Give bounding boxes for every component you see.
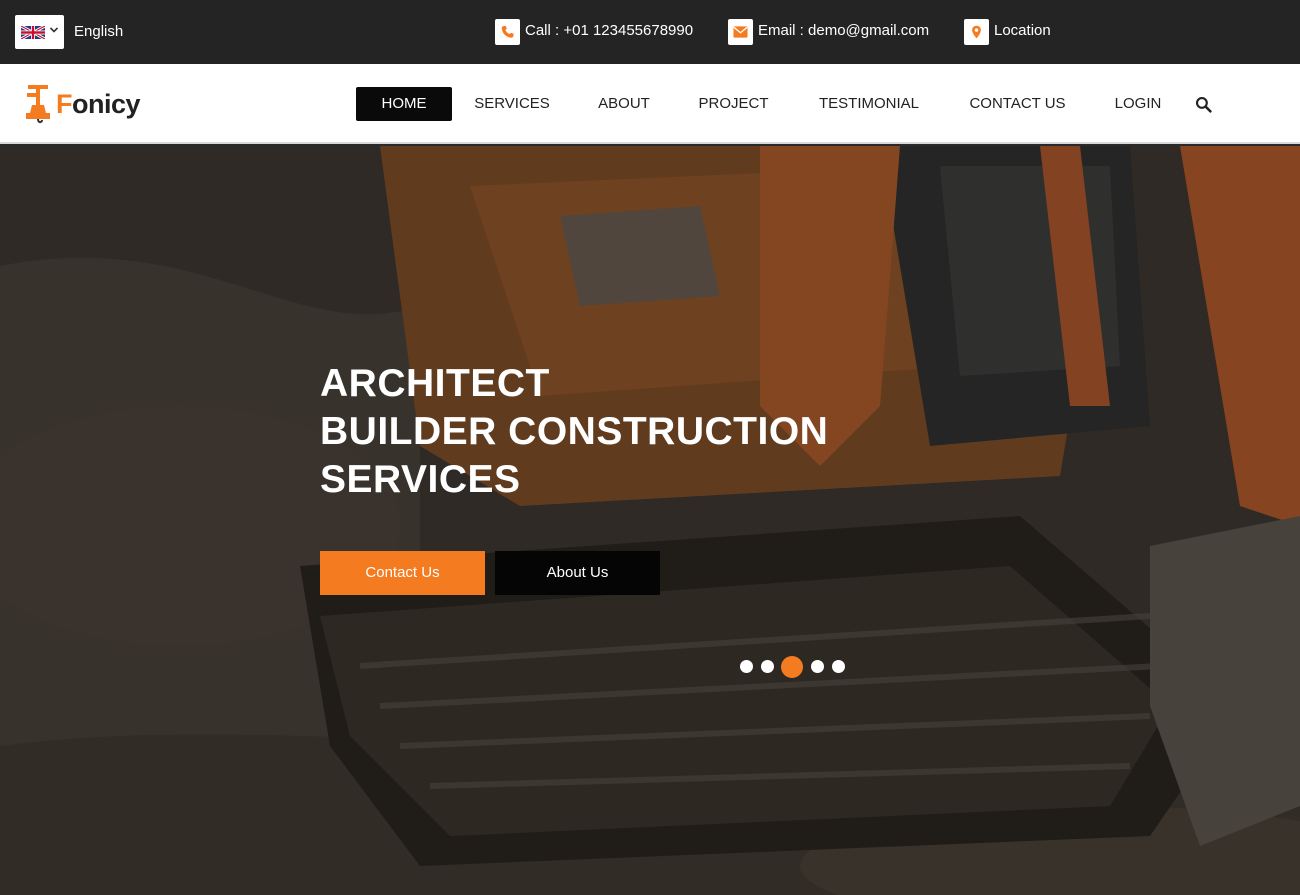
main-navbar: Fonicy HOME SERVICES ABOUT PROJECT TESTI… xyxy=(0,64,1300,144)
contact-us-button[interactable]: Contact Us xyxy=(320,551,485,595)
nav-services[interactable]: SERVICES xyxy=(472,87,552,121)
phone-icon xyxy=(495,19,520,45)
language-label[interactable]: English xyxy=(74,23,123,40)
nav-project[interactable]: PROJECT xyxy=(696,87,771,121)
slide-dot-2[interactable] xyxy=(761,660,774,673)
email-text: Email : demo@gmail.com xyxy=(758,22,930,39)
nav-home[interactable]: HOME xyxy=(356,87,452,121)
hero-title-line-1: ARCHITECT xyxy=(320,362,550,405)
nav-testimonial[interactable]: TESTIMONIAL xyxy=(815,87,923,121)
hero-dark-overlay xyxy=(0,146,1300,895)
top-bar: English Call : +01 123455678990 Email : … xyxy=(0,0,1300,64)
nav-about[interactable]: ABOUT xyxy=(594,87,654,121)
slide-dot-4[interactable] xyxy=(811,660,824,673)
language-selector[interactable] xyxy=(15,15,64,49)
map-marker-icon xyxy=(964,19,989,45)
nav-login[interactable]: LOGIN xyxy=(1112,87,1164,121)
slide-dot-3-active[interactable] xyxy=(781,656,803,678)
nav-contact-us[interactable]: CONTACT US xyxy=(966,87,1069,121)
slide-dot-5[interactable] xyxy=(832,660,845,673)
hero-title: ARCHITECT BUILDER CONSTRUCTION SERVICES xyxy=(320,360,828,504)
hero-slider: ARCHITECT BUILDER CONSTRUCTION SERVICES … xyxy=(0,146,1300,895)
crane-hook-logo-icon xyxy=(26,85,50,124)
chevron-down-icon xyxy=(49,27,59,33)
brand-name: Fonicy xyxy=(56,89,141,119)
hero-title-line-2: BUILDER CONSTRUCTION xyxy=(320,410,829,453)
call-text: Call : +01 123455678990 xyxy=(525,22,694,39)
uk-flag-icon xyxy=(21,26,45,39)
search-icon[interactable] xyxy=(1195,96,1212,113)
brand-logo[interactable]: Fonicy xyxy=(24,83,154,125)
envelope-icon xyxy=(728,19,753,45)
slide-dot-1[interactable] xyxy=(740,660,753,673)
location-text: Location xyxy=(994,22,1051,39)
about-us-button[interactable]: About Us xyxy=(495,551,660,595)
hero-title-line-3: SERVICES xyxy=(320,458,521,501)
